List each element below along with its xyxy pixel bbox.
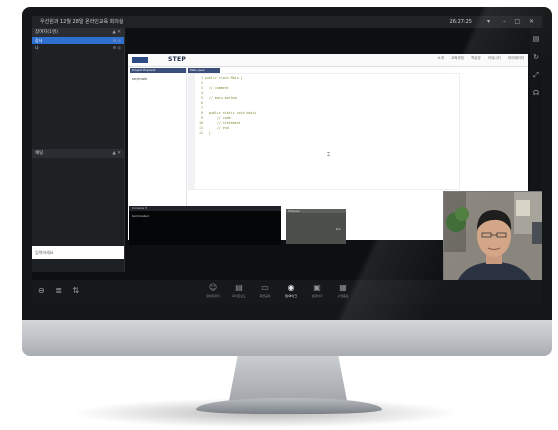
participant-row[interactable]: 나 ⚙ ◎ [32, 44, 124, 51]
nav-item[interactable]: 소개 [437, 56, 443, 60]
settings-button[interactable]: ▣ 설정하기 [306, 283, 328, 298]
university-logo [132, 57, 148, 63]
tool-label: 참여자관리 [206, 294, 220, 298]
monitor-chin [22, 318, 552, 356]
expand-icon[interactable]: ⤢ [530, 68, 542, 82]
maximize-button[interactable]: □ [514, 16, 520, 28]
participant-row[interactable]: 강사 ⚙ ◎ [32, 37, 124, 44]
line-gutter [189, 74, 195, 189]
chat-panel: 채팅 ▲ ✕ 입력하세요 [32, 149, 124, 259]
participants-header-label: 참여자(1명) [35, 30, 58, 35]
screen-share-button[interactable]: ▭ 화면공유 [254, 283, 276, 298]
code-area[interactable]: 1 public class Main { 2 3 // comment 4 5… [188, 73, 460, 190]
session-timer: 26:27:25 [449, 19, 472, 25]
chat-input[interactable]: 입력하세요 [32, 246, 124, 259]
bottom-toolbar: ⊖ ≣ ⇅ ☺ 참여자관리 ▤ 화이트보드 ▭ 화면공유 ◉ 캠/마이크 ▣ 설… [32, 280, 542, 304]
panel-controls-icon[interactable]: ▲ ✕ [112, 28, 121, 37]
menu-dropdown-button[interactable]: ▾ [487, 16, 490, 28]
console-output: terminated [132, 214, 149, 218]
nav-item[interactable]: 마이페이지 [508, 56, 524, 60]
participant-name: 나 [35, 45, 39, 50]
console-panel: Console ✕ terminated [129, 206, 281, 245]
explorer-header: Project Explorer [130, 68, 186, 73]
participants-header: 참여자(1명) ▲ ✕ [32, 28, 124, 37]
participant-name: 강사 [35, 38, 43, 43]
participant-status-icon: ⚙ ◎ [112, 45, 121, 50]
window-title: 우선원과 12월 28일 온라인교육 회의실 [40, 19, 124, 25]
close-button[interactable]: ✕ [529, 16, 534, 28]
tool-label: 캠/마이크 [284, 294, 298, 298]
refresh-icon[interactable]: ↻ [530, 50, 542, 64]
site-nav: 소개 교육과정 학습방 커뮤니티 마이페이지 [431, 56, 524, 61]
list-icon[interactable]: ≣ [55, 286, 62, 295]
tool-label: 화면공유 [259, 294, 271, 298]
code-text: 1 public class Main { 2 3 // comment 4 5… [198, 76, 257, 135]
chat-header-label: 채팅 [35, 151, 44, 156]
preview-label: Preview [288, 209, 300, 213]
whiteboard-icon: ▤ [235, 283, 243, 292]
webcam-video[interactable] [443, 191, 542, 293]
step-logo: STEP [168, 56, 187, 63]
mouse-cursor-icon: ⌶ [327, 152, 331, 158]
webcam-presenter-image [444, 192, 542, 292]
minimize-button[interactable]: – [503, 16, 506, 28]
preview-link[interactable]: link [336, 227, 341, 231]
site-header: STEP 소개 교육과정 학습방 커뮤니티 마이페이지 [128, 54, 528, 67]
participant-status-icon: ⚙ ◎ [112, 38, 121, 43]
zoom-out-icon[interactable]: ⊖ [38, 286, 45, 295]
participants-button[interactable]: ☺ 참여자관리 [202, 283, 224, 298]
tool-label: 설정하기 [311, 294, 323, 298]
camera-icon: ◉ [287, 283, 295, 292]
end-class-button[interactable]: ▦ 수업종료 [332, 283, 354, 298]
nav-item[interactable]: 커뮤니티 [488, 56, 501, 60]
participants-icon: ☺ [208, 283, 218, 292]
nav-item[interactable]: 교육과정 [451, 56, 464, 60]
title-bar: 우선원과 12월 28일 온라인교육 회의실 26:27:25 ▾ – □ ✕ [32, 16, 542, 28]
code-editor: Main.java 1 public class Main { 2 3 // c… [188, 68, 460, 190]
screen-share-icon: ▭ [261, 283, 269, 292]
settings-icon: ▣ [313, 283, 321, 292]
console-label: Console ✕ [132, 206, 148, 210]
left-panel: 참여자(1명) ▲ ✕ 강사 ⚙ ◎ 나 ⚙ ◎ 채팅 ▲ ✕ 입력하세요 [32, 28, 125, 272]
explorer-item[interactable]: src/main [132, 77, 184, 81]
end-class-icon: ▦ [339, 283, 347, 292]
preview-panel: Preview link [286, 209, 346, 244]
tool-label: 수업종료 [337, 294, 349, 298]
chat-header: 채팅 ▲ ✕ [32, 149, 124, 158]
left-tool-group: ⊖ ≣ ⇅ [38, 286, 87, 295]
monitor-bezel: 우선원과 12월 28일 온라인교육 회의실 26:27:25 ▾ – □ ✕ … [22, 7, 552, 320]
monitor-screen: 우선원과 12월 28일 온라인교육 회의실 26:27:25 ▾ – □ ✕ … [32, 16, 542, 304]
monitor-stand-foot [196, 398, 382, 414]
headset-icon[interactable]: ☊ [530, 86, 542, 100]
doc-icon[interactable]: ▤ [530, 32, 542, 46]
tool-label: 화이트보드 [232, 294, 246, 298]
camera-mic-button[interactable]: ◉ 캠/마이크 [280, 283, 302, 298]
chat-controls-icon[interactable]: ▲ ✕ [112, 149, 121, 158]
sort-icon[interactable]: ⇅ [73, 286, 80, 295]
whiteboard-button[interactable]: ▤ 화이트보드 [228, 283, 250, 298]
nav-item[interactable]: 학습방 [471, 56, 481, 60]
